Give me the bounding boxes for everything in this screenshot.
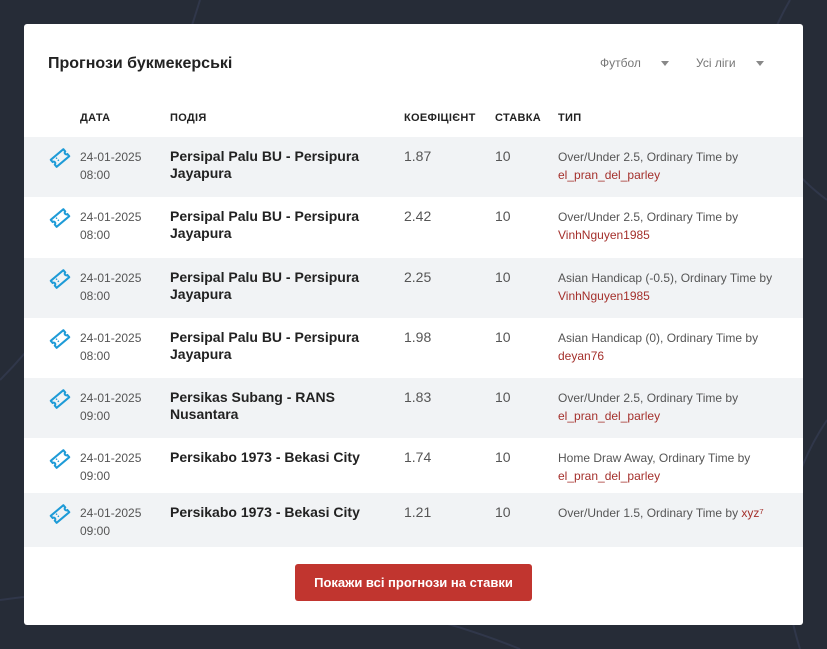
row-event: Persikabo 1973 - Bekasi City bbox=[170, 504, 360, 520]
row-event: Persipal Palu BU - Persipura Jayapura bbox=[170, 329, 360, 362]
column-stake: СТАВКА bbox=[495, 112, 542, 124]
sport-filter-value: Футбол bbox=[600, 56, 641, 70]
row-event: Persikabo 1973 - Bekasi City bbox=[170, 449, 360, 465]
row-username[interactable]: el_pran_del_parley bbox=[558, 168, 660, 182]
row-event: Persikas Subang - RANS Nusantara bbox=[170, 389, 335, 422]
show-all-predictions-button[interactable]: Покажи всі прогнози на ставки bbox=[295, 564, 532, 601]
ticket-icon bbox=[49, 389, 71, 409]
table-row[interactable]: 24-01-2025 09:00 Persikabo 1973 - Bekasi … bbox=[24, 438, 803, 493]
row-username[interactable]: VinhNguyen1985 bbox=[558, 228, 650, 242]
row-date: 24-01-2025 09:00 bbox=[80, 451, 142, 483]
row-date: 24-01-2025 08:00 bbox=[80, 271, 142, 303]
table-row[interactable]: 24-01-2025 08:00 Persipal Palu BU - Persi… bbox=[24, 318, 803, 378]
row-username[interactable]: VinhNguyen1985 bbox=[558, 289, 650, 303]
ticket-icon bbox=[49, 329, 71, 349]
row-stake: 10 bbox=[495, 208, 511, 224]
column-type: ТИП bbox=[558, 112, 582, 124]
row-odds: 2.25 bbox=[404, 269, 432, 285]
table-row[interactable]: 24-01-2025 09:00 Persikabo 1973 - Bekasi … bbox=[24, 493, 803, 547]
ticket-icon bbox=[49, 148, 71, 168]
row-odds: 1.74 bbox=[404, 449, 432, 465]
row-username[interactable]: el_pran_del_parley bbox=[558, 409, 660, 423]
ticket-icon bbox=[49, 269, 71, 289]
row-date: 24-01-2025 09:00 bbox=[80, 391, 142, 423]
row-type: Asian Handicap (0), Ordinary Time by deya… bbox=[558, 331, 759, 363]
predictions-table: 24-01-2025 08:00 Persipal Palu BU - Persi… bbox=[24, 137, 803, 547]
row-username[interactable]: deyan76 bbox=[558, 349, 604, 363]
row-date: 24-01-2025 09:00 bbox=[80, 506, 142, 538]
widget-title: Прогнози букмекерські bbox=[48, 55, 233, 72]
table-row[interactable]: 24-01-2025 08:00 Persipal Palu BU - Persi… bbox=[24, 197, 803, 258]
caret-down-icon bbox=[660, 60, 669, 66]
column-event: ПОДІЯ bbox=[170, 112, 207, 124]
row-date: 24-01-2025 08:00 bbox=[80, 210, 142, 242]
row-event: Persipal Palu BU - Persipura Jayapura bbox=[170, 208, 360, 241]
row-odds: 1.83 bbox=[404, 389, 432, 405]
ticket-icon bbox=[49, 504, 71, 524]
row-type: Over/Under 2.5, Ordinary Time by el_pran_… bbox=[558, 150, 739, 182]
row-type: Over/Under 1.5, Ordinary Time by xyz⁷ bbox=[558, 506, 764, 520]
row-username[interactable]: el_pran_del_parley bbox=[558, 469, 660, 483]
row-event: Persipal Palu BU - Persipura Jayapura bbox=[170, 269, 360, 302]
row-username[interactable]: xyz⁷ bbox=[741, 506, 763, 520]
row-odds: 1.98 bbox=[404, 329, 432, 345]
row-stake: 10 bbox=[495, 504, 511, 520]
row-stake: 10 bbox=[495, 329, 511, 345]
row-stake: 10 bbox=[495, 449, 511, 465]
row-odds: 1.87 bbox=[404, 148, 432, 164]
row-type: Over/Under 2.5, Ordinary Time by VinhNguy… bbox=[558, 210, 739, 242]
row-date: 24-01-2025 08:00 bbox=[80, 150, 142, 182]
row-type: Over/Under 2.5, Ordinary Time by el_pran_… bbox=[558, 391, 739, 423]
table-row[interactable]: 24-01-2025 09:00 Persikas Subang - RANS N… bbox=[24, 378, 803, 438]
column-date: ДАТА bbox=[80, 112, 111, 124]
row-event: Persipal Palu BU - Persipura Jayapura bbox=[170, 148, 360, 181]
predictions-card: Прогнози букмекерські Футбол Усі ліги ДА… bbox=[24, 24, 803, 625]
row-date: 24-01-2025 08:00 bbox=[80, 331, 142, 363]
ticket-icon bbox=[49, 449, 71, 469]
ticket-icon bbox=[49, 208, 71, 228]
caret-down-icon bbox=[755, 60, 764, 66]
sport-filter-dropdown[interactable]: Футбол bbox=[600, 56, 669, 70]
row-odds: 1.21 bbox=[404, 504, 432, 520]
row-stake: 10 bbox=[495, 269, 511, 285]
table-row[interactable]: 24-01-2025 08:00 Persipal Palu BU - Persi… bbox=[24, 137, 803, 197]
row-type: Home Draw Away, Ordinary Time by el_pran_… bbox=[558, 451, 751, 483]
row-odds: 2.42 bbox=[404, 208, 432, 224]
row-stake: 10 bbox=[495, 148, 511, 164]
column-odds: КОЕФІЦІЄНТ bbox=[404, 112, 476, 124]
row-type: Asian Handicap (-0.5), Ordinary Time by V… bbox=[558, 271, 773, 303]
league-filter-dropdown[interactable]: Усі ліги bbox=[696, 56, 764, 70]
table-header: ДАТА ПОДІЯ КОЕФІЦІЄНТ СТАВКА ТИП bbox=[24, 112, 803, 132]
row-stake: 10 bbox=[495, 389, 511, 405]
table-row[interactable]: 24-01-2025 08:00 Persipal Palu BU - Persi… bbox=[24, 258, 803, 318]
league-filter-value: Усі ліги bbox=[696, 56, 736, 70]
